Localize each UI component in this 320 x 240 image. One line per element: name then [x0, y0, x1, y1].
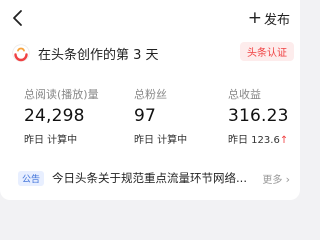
- more-label: 更多: [262, 174, 283, 186]
- toutiao-logo-icon: [12, 44, 30, 62]
- more-link[interactable]: 更多 ›: [262, 171, 290, 186]
- stat-total-followers[interactable]: 总粉丝 97 昨日 计算中: [134, 86, 187, 146]
- stats-panel: 总阅读(播放)量 24,298 昨日 计算中 总粉丝 97 昨日 计算中 总收益…: [0, 86, 300, 146]
- stat-value: 97: [134, 106, 157, 126]
- announcement-text[interactable]: 今日头条关于规范重点流量环节网络...: [52, 170, 247, 186]
- stat-value: 316.23: [228, 106, 289, 126]
- creation-days-text: 在头条创作的第 3 天: [38, 47, 159, 63]
- stat-yesterday-value: 昨日 123.6: [228, 135, 280, 146]
- stat-value: 24,298: [24, 106, 85, 126]
- back-icon[interactable]: [10, 9, 28, 27]
- stat-yesterday: 昨日 计算中: [24, 135, 78, 146]
- stat-total-reads[interactable]: 总阅读(播放)量 24,298 昨日 计算中: [24, 86, 99, 146]
- stat-label: 总阅读(播放)量: [24, 88, 99, 101]
- stat-yesterday: 昨日 计算中: [134, 135, 188, 146]
- announcement-bar[interactable]: 公告 今日头条关于规范重点流量环节网络... 更多 ›: [18, 166, 294, 190]
- stat-label: 总粉丝: [134, 88, 167, 101]
- creator-dashboard-card: + 发布 在头条创作的第 3 天 头条认证 总阅读(播放)量 24,298 昨日…: [0, 0, 300, 200]
- certification-badge[interactable]: 头条认证: [240, 42, 294, 61]
- stat-yesterday: 昨日 123.6↑: [228, 131, 289, 146]
- plus-icon: +: [247, 7, 262, 28]
- publish-label: 发布: [263, 12, 290, 28]
- chevron-right-icon: ›: [285, 172, 290, 186]
- announcement-tag: 公告: [18, 170, 45, 186]
- trend-up-icon: ↑: [279, 135, 289, 146]
- publish-button[interactable]: + 发布: [248, 8, 290, 28]
- stat-total-income[interactable]: 总收益 316.23 昨日 123.6↑: [228, 86, 289, 146]
- stat-label: 总收益: [228, 88, 261, 101]
